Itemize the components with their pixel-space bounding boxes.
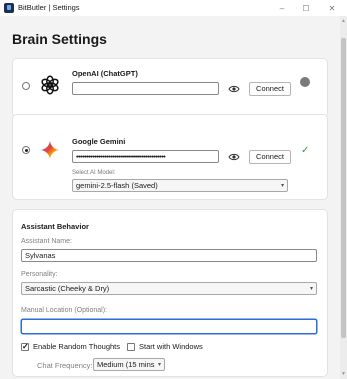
chevron-down-icon: ▾: [309, 286, 313, 292]
window-title: BitButler | Settings: [18, 3, 80, 12]
model-select-label: Select AI Model:: [72, 170, 116, 176]
close-button[interactable]: ✕: [322, 2, 342, 14]
chat-frequency-label: Chat Frequency:: [37, 361, 93, 370]
start-with-windows-label[interactable]: Start with Windows: [139, 342, 203, 351]
random-thoughts-label[interactable]: Enable Random Thoughts: [33, 342, 120, 351]
gemini-radio[interactable]: [22, 146, 30, 154]
start-with-windows-checkbox[interactable]: [127, 343, 135, 351]
openai-status-dot: [300, 77, 310, 87]
chevron-down-icon: ▾: [157, 362, 161, 368]
assistant-name-input[interactable]: Sylvanas: [21, 249, 317, 262]
gemini-logo-icon: [39, 139, 61, 161]
title-bar: BitButler | Settings – ☐ ✕: [0, 0, 347, 16]
chat-frequency-value: Medium (15 mins: [97, 360, 155, 369]
random-thoughts-checkbox[interactable]: [21, 342, 29, 351]
scroll-down-arrow-icon[interactable]: ▼: [341, 371, 346, 377]
scroll-up-arrow-icon[interactable]: ▲: [341, 18, 346, 24]
manual-location-label: Manual Location (Optional):: [21, 307, 107, 314]
personality-select[interactable]: Sarcastic (Cheeky & Dry) ▾: [21, 282, 317, 295]
eye-icon[interactable]: [228, 83, 240, 95]
gemini-status-check-icon: ✓: [301, 145, 310, 156]
chat-frequency-select[interactable]: Medium (15 mins ▾: [93, 358, 165, 371]
personality-label: Personality:: [21, 271, 58, 278]
page-title: Brain Settings: [12, 31, 107, 47]
app-icon: [4, 3, 14, 13]
model-select-value: gemini-2.5-flash (Saved): [76, 181, 158, 190]
personality-select-value: Sarcastic (Cheeky & Dry): [25, 284, 110, 293]
minimize-button[interactable]: –: [272, 2, 292, 14]
model-select[interactable]: gemini-2.5-flash (Saved) ▾: [72, 179, 288, 192]
vertical-scrollbar[interactable]: ▲ ▼: [340, 16, 347, 379]
gemini-provider-card: Google Gemini ••••••••••••••••••••••••••…: [12, 114, 328, 200]
section-title: Assistant Behavior: [21, 222, 89, 231]
manual-location-input[interactable]: [21, 319, 317, 334]
openai-api-key-field[interactable]: [72, 82, 219, 95]
assistant-name-label: Assistant Name:: [21, 238, 72, 245]
openai-connect-button[interactable]: Connect: [249, 82, 291, 96]
scroll-thumb[interactable]: [341, 38, 346, 338]
chevron-down-icon: ▾: [280, 183, 284, 189]
assistant-behavior-card: Assistant Behavior Assistant Name: Sylva…: [12, 209, 328, 377]
gemini-connect-button[interactable]: Connect: [249, 150, 291, 164]
settings-content: Brain Settings OpenAI (ChatGPT) Connect: [0, 16, 340, 379]
gemini-api-key-field[interactable]: ••••••••••••••••••••••••••••••••••••••••…: [72, 150, 219, 163]
openai-provider-name: OpenAI (ChatGPT): [72, 69, 138, 78]
gemini-provider-name: Google Gemini: [72, 137, 126, 146]
openai-provider-card: OpenAI (ChatGPT) Connect: [12, 58, 328, 118]
maximize-button[interactable]: ☐: [296, 2, 316, 14]
openai-radio[interactable]: [22, 82, 30, 90]
eye-icon[interactable]: [228, 151, 240, 163]
openai-logo-icon: [41, 75, 59, 95]
